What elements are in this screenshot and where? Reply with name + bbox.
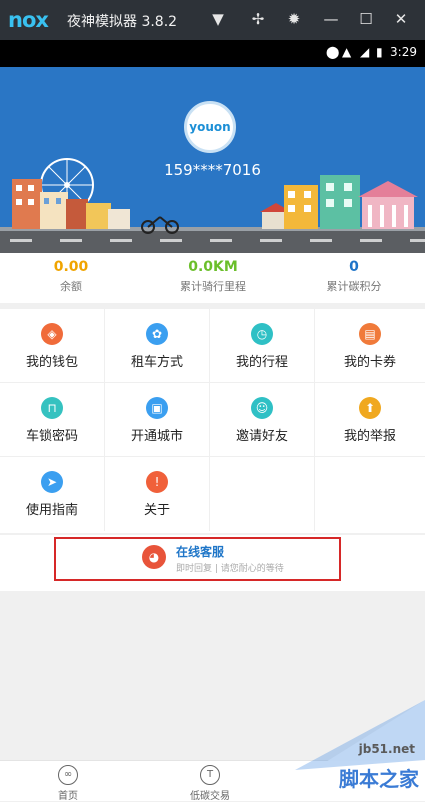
- bike-icon: ∞: [58, 765, 78, 785]
- menu-item-lock-password[interactable]: ⊓ 车锁密码: [0, 383, 105, 457]
- city-icon: ▣: [146, 397, 168, 419]
- service-title: 在线客服: [176, 545, 225, 559]
- status-bar: ⬤ ▲ ◢ ▮ 3:29: [0, 40, 425, 67]
- stat-carbon-points[interactable]: 0 累计碳积分: [283, 259, 425, 294]
- watermark: jb51.net 脚本之家: [225, 700, 425, 800]
- chevron-down-icon[interactable]: ▼: [207, 8, 229, 30]
- stat-label: 余额: [60, 280, 82, 293]
- signal-icon: ◢: [360, 45, 370, 59]
- nav-home[interactable]: ∞ 首页: [38, 765, 98, 802]
- battery-icon: ▮: [376, 45, 383, 59]
- stat-value: 0.00: [53, 259, 89, 275]
- stat-label: 累计碳积分: [326, 280, 382, 293]
- profile-header: youon 159****7016: [0, 67, 425, 253]
- menu-item-guide[interactable]: ➤ 使用指南: [0, 457, 105, 531]
- maximize-icon[interactable]: ☐: [355, 8, 377, 30]
- lock-icon: ⊓: [41, 397, 63, 419]
- menu-item-coupons[interactable]: ▤ 我的卡券: [315, 309, 425, 383]
- stats-row: 0.00 余额 0.0KM 累计骑行里程 0 累计碳积分: [0, 253, 425, 303]
- online-service-button[interactable]: ◕ 在线客服 即时回复 | 请您耐心的等待: [54, 537, 341, 581]
- emulator-titlebar: nox 夜神模拟器 3.8.2 ▼ ✢ ✹ — ☐ ✕: [0, 0, 425, 40]
- phone-number: 159****7016: [164, 161, 261, 179]
- menu-item-label: 我的卡券: [343, 355, 396, 370]
- watermark-text: 脚本之家: [339, 767, 419, 791]
- menu-item-label: 关于: [143, 503, 170, 518]
- wallet-icon: ◈: [41, 323, 63, 345]
- menu-item-reports[interactable]: ⬆ 我的举报: [315, 383, 425, 457]
- menu-item-label: 开通城市: [130, 429, 183, 444]
- location-icon: ⬤: [326, 45, 340, 59]
- watermark-url: jb51.net: [358, 742, 415, 756]
- trip-icon: ◷: [251, 323, 273, 345]
- menu-item-label: 车锁密码: [25, 429, 78, 444]
- menu-item-about[interactable]: ! 关于: [105, 457, 210, 531]
- rent-icon: ✿: [146, 323, 168, 345]
- report-icon: ⬆: [359, 397, 381, 419]
- close-icon[interactable]: ✕: [390, 8, 412, 30]
- menu-item-label: 邀请好友: [235, 429, 288, 444]
- about-icon: !: [146, 471, 168, 493]
- service-subtitle: 即时回复 | 请您耐心的等待: [176, 564, 284, 574]
- trade-icon: T: [200, 765, 220, 785]
- pin-icon[interactable]: ✢: [247, 8, 269, 30]
- menu-item-label: 我的行程: [235, 355, 288, 370]
- stat-value: 0: [349, 259, 359, 275]
- city-illustration: [0, 158, 425, 253]
- window-title: 夜神模拟器 3.8.2: [67, 14, 178, 30]
- stat-balance[interactable]: 0.00 余额: [0, 259, 142, 294]
- minimize-icon[interactable]: —: [320, 8, 342, 30]
- service-mascot-icon: ◕: [142, 545, 166, 569]
- nox-logo: nox: [8, 8, 49, 32]
- invite-icon: ☺: [251, 397, 273, 419]
- stat-label: 累计骑行里程: [180, 280, 246, 293]
- clock: 3:29: [390, 45, 417, 59]
- coupon-icon: ▤: [359, 323, 381, 345]
- menu-item-rent-method[interactable]: ✿ 租车方式: [105, 309, 210, 383]
- menu-item-label: 使用指南: [25, 503, 78, 518]
- stat-value: 0.0KM: [188, 259, 238, 275]
- menu-item-invite[interactable]: ☺ 邀请好友: [210, 383, 315, 457]
- menu-item-label: 我的举报: [343, 429, 396, 444]
- menu-item-cities[interactable]: ▣ 开通城市: [105, 383, 210, 457]
- guide-icon: ➤: [41, 471, 63, 493]
- menu-item-label: 租车方式: [130, 355, 183, 370]
- empty-cell: [210, 457, 315, 531]
- menu-item-wallet[interactable]: ◈ 我的钱包: [0, 309, 105, 383]
- online-service-bar: ◕ 在线客服 即时回复 | 请您耐心的等待: [0, 535, 425, 591]
- menu-item-label: 我的钱包: [25, 355, 78, 370]
- stat-mileage[interactable]: 0.0KM 累计骑行里程: [142, 259, 284, 294]
- wifi-icon: ▲: [342, 45, 352, 59]
- menu-grid: ◈ 我的钱包 ✿ 租车方式 ◷ 我的行程 ▤ 我的卡券 ⊓ 车锁密码 ▣ 开通城…: [0, 309, 425, 533]
- avatar[interactable]: youon: [184, 101, 236, 153]
- menu-item-trips[interactable]: ◷ 我的行程: [210, 309, 315, 383]
- gear-icon[interactable]: ✹: [283, 8, 305, 30]
